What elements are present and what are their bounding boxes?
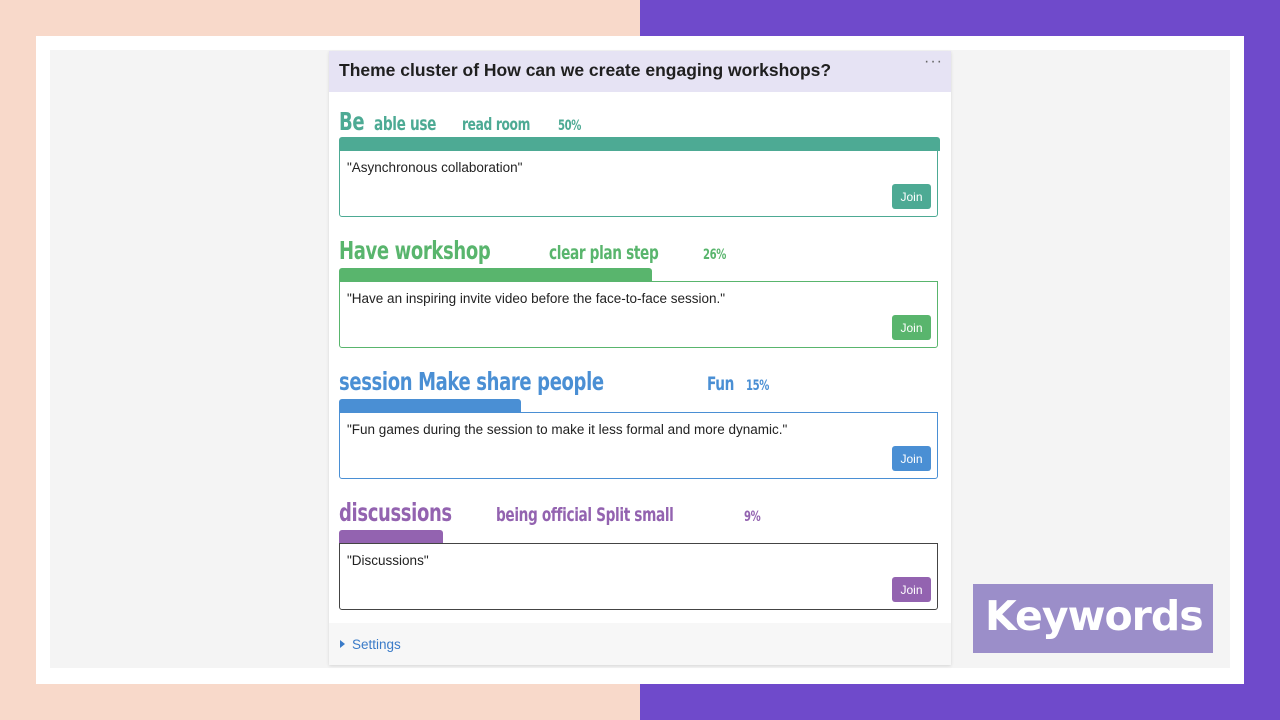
percent-bar bbox=[339, 530, 443, 544]
keywords-overlay-badge: Keywords bbox=[973, 584, 1213, 653]
keyword: clear plan step bbox=[549, 242, 659, 264]
keyword: Fun bbox=[706, 373, 734, 395]
idea-card: "Fun games during the session to make it… bbox=[339, 412, 938, 479]
keyword-line: Be able use read room 50% bbox=[339, 107, 587, 136]
idea-card: "Asynchronous collaboration" Join bbox=[339, 150, 938, 217]
widget-header: Theme cluster of How can we create engag… bbox=[329, 51, 951, 92]
keyword: being official Split small bbox=[495, 504, 674, 526]
settings-toggle[interactable]: Settings bbox=[340, 637, 401, 652]
more-horizontal-icon[interactable]: ··· bbox=[924, 53, 943, 71]
idea-quote: "Fun games during the session to make it… bbox=[347, 422, 788, 437]
keyword-line: session Make share people Fun 15% bbox=[339, 367, 775, 396]
idea-quote: "Have an inspiring invite video before t… bbox=[347, 291, 726, 306]
keyword: read room bbox=[461, 115, 530, 135]
theme-percent: 50% bbox=[557, 118, 581, 134]
keyword: Have workshop bbox=[339, 236, 491, 265]
keyword-line: discussions being official Split small 9… bbox=[339, 498, 764, 527]
percent-bar bbox=[339, 268, 652, 282]
settings-footer: Settings bbox=[329, 623, 951, 665]
idea-quote: "Discussions" bbox=[347, 553, 429, 568]
percent-bar bbox=[339, 137, 940, 151]
theme-percent: 9% bbox=[743, 509, 761, 525]
keyword: able use bbox=[374, 113, 437, 135]
theme-cluster-widget: Theme cluster of How can we create engag… bbox=[329, 51, 951, 665]
idea-card: "Discussions" Join bbox=[339, 543, 938, 610]
keywords-overlay-label: Keywords bbox=[985, 592, 1204, 640]
keyword: session Make share people bbox=[339, 367, 604, 396]
idea-quote: "Asynchronous collaboration" bbox=[347, 160, 523, 175]
join-button[interactable]: Join bbox=[892, 184, 931, 209]
caret-right-icon bbox=[340, 640, 345, 648]
keyword: discussions bbox=[339, 498, 452, 527]
idea-card: "Have an inspiring invite video before t… bbox=[339, 281, 938, 348]
settings-label: Settings bbox=[352, 637, 401, 652]
theme-percent: 26% bbox=[702, 247, 726, 263]
keyword-line: Have workshop clear plan step 26% bbox=[339, 236, 732, 265]
join-button[interactable]: Join bbox=[892, 577, 931, 602]
widget-title: Theme cluster of How can we create engag… bbox=[339, 60, 832, 80]
join-button[interactable]: Join bbox=[892, 446, 931, 471]
theme-percent: 15% bbox=[745, 378, 769, 394]
percent-bar bbox=[339, 399, 521, 413]
join-button[interactable]: Join bbox=[892, 315, 931, 340]
keyword: Be bbox=[339, 107, 365, 136]
